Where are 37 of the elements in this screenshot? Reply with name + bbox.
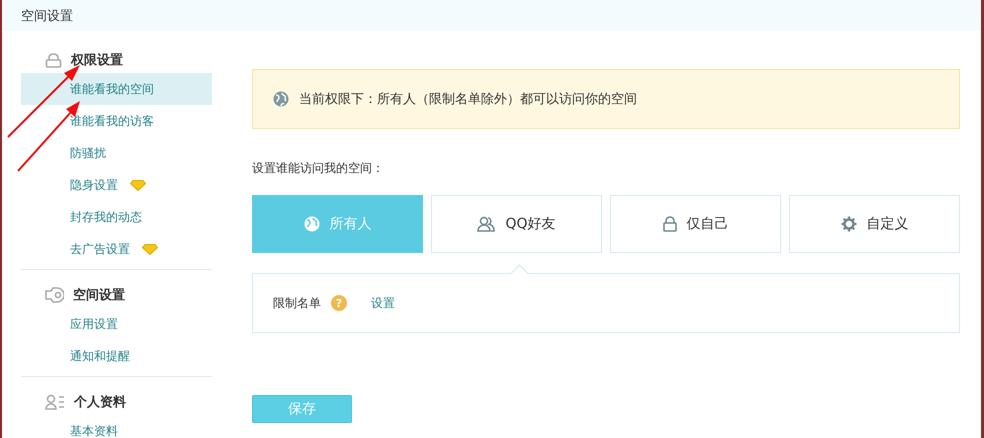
notice-text: 当前权限下：所有人（限制名单除外）都可以访问你的空间 (299, 91, 637, 108)
sidebar-item-label: 隐身设置 (70, 176, 118, 194)
prompt-text: 设置谁能访问我的空间： (252, 160, 385, 177)
sidebar-item-label: 谁能看我的访客 (70, 112, 154, 130)
sidebar-item-label: 通知和提醒 (70, 348, 130, 364)
sidebar-item[interactable]: 封存我的动态 (21, 201, 212, 233)
plug-icon (45, 287, 64, 303)
section-title: 权限设置 (71, 52, 123, 69)
sidebar-item[interactable]: 防骚扰 (21, 137, 212, 169)
sidebar-item-label: 应用设置 (70, 316, 118, 332)
profile-icon (45, 394, 65, 410)
sidebar-item-label: 防骚扰 (70, 144, 106, 162)
page-title: 空间设置 (21, 8, 73, 24)
sidebar-item[interactable]: 通知和提醒 (21, 340, 212, 372)
sidebar-item[interactable]: 谁能看我的空间 (21, 73, 212, 105)
settings-icon (840, 216, 856, 232)
sidebar-item[interactable]: 基本资料 (21, 415, 212, 438)
visibility-option[interactable]: QQ好友 (431, 195, 602, 253)
restrict-label: 限制名单 (273, 294, 321, 312)
sidebar-item[interactable]: 隐身设置 (21, 169, 212, 201)
visibility-option[interactable]: 仅自己 (610, 195, 781, 253)
restrict-settings-link[interactable]: 设置 (371, 294, 395, 312)
lock-icon (662, 216, 676, 232)
sidebar-item-label: 封存我的动态 (70, 208, 142, 226)
globe-icon (304, 216, 320, 232)
globe-icon (273, 91, 289, 107)
sidebar-item[interactable]: 谁能看我的访客 (21, 105, 212, 137)
section-title: 空间设置 (73, 286, 125, 304)
people-icon (477, 216, 496, 232)
sidebar-item[interactable]: 应用设置 (21, 308, 212, 340)
visibility-option[interactable]: 自定义 (789, 195, 960, 253)
sidebar-item-label: 谁能看我的空间 (70, 80, 154, 98)
sidebar-item-label: 去广告设置 (70, 240, 130, 258)
section-title: 个人资料 (74, 394, 126, 411)
lock-icon (45, 52, 62, 68)
sidebar-item-label: 基本资料 (70, 422, 118, 438)
sidebar-item[interactable]: 去广告设置 (21, 233, 212, 265)
